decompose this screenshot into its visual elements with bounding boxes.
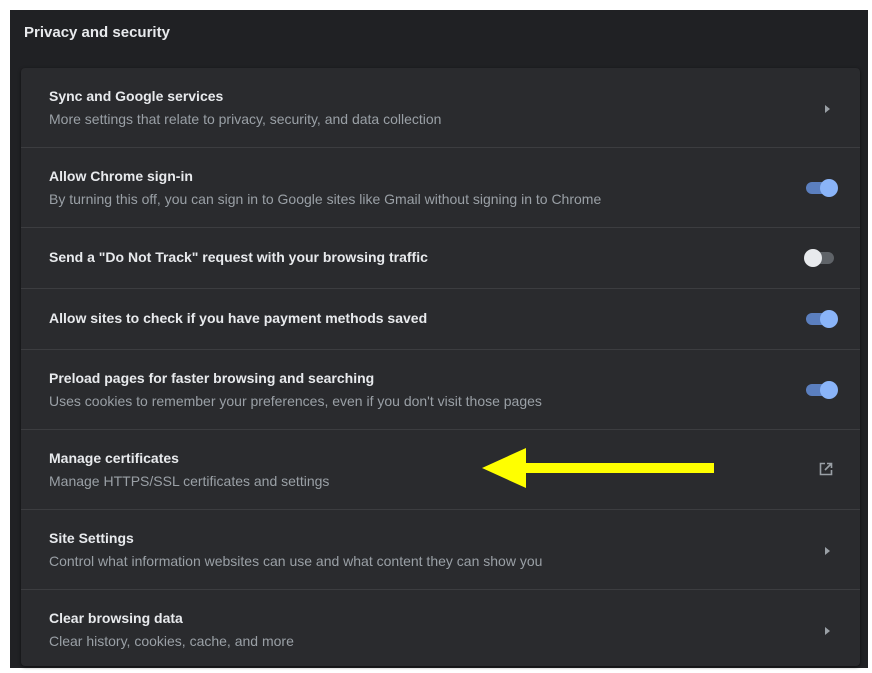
row-label: Clear browsing data [49,610,183,626]
row-description: By turning this off, you can sign in to … [49,191,602,207]
toggle-knob [804,249,822,267]
row-label: Sync and Google services [49,88,224,104]
row-label: Allow sites to check if you have payment… [49,310,428,326]
payment-methods-row[interactable]: Allow sites to check if you have payment… [21,288,860,349]
row-description: Control what information websites can us… [49,553,543,569]
allow-chrome-signin-row[interactable]: Allow Chrome sign-in By turning this off… [21,147,860,227]
row-label: Manage certificates [49,450,179,466]
payment-methods-toggle[interactable] [804,310,838,328]
row-description: Manage HTTPS/SSL certificates and settin… [49,473,330,489]
row-description: Uses cookies to remember your preference… [49,393,542,409]
row-label: Site Settings [49,530,134,546]
sync-google-services-row[interactable]: Sync and Google services More settings t… [21,68,860,147]
preload-pages-toggle[interactable] [804,381,838,399]
privacy-security-card: Sync and Google services More settings t… [21,68,860,666]
chevron-right-icon[interactable] [825,105,830,113]
do-not-track-toggle[interactable] [804,249,838,267]
row-label: Send a "Do Not Track" request with your … [49,249,428,265]
open-in-new-icon[interactable] [818,461,834,477]
yellow-arrow-left-icon [482,448,714,488]
clear-browsing-data-row[interactable]: Clear browsing data Clear history, cooki… [21,589,860,666]
chevron-right-icon[interactable] [825,627,830,635]
do-not-track-row[interactable]: Send a "Do Not Track" request with your … [21,227,860,288]
section-title: Privacy and security [24,24,170,41]
manage-certificates-row[interactable]: Manage certificates Manage HTTPS/SSL cer… [21,429,860,509]
toggle-knob [820,179,838,197]
site-settings-row[interactable]: Site Settings Control what information w… [21,509,860,589]
row-description: More settings that relate to privacy, se… [49,111,442,127]
row-description: Clear history, cookies, cache, and more [49,633,294,649]
toggle-knob [820,381,838,399]
settings-page: Privacy and security Sync and Google ser… [10,10,868,668]
preload-pages-row[interactable]: Preload pages for faster browsing and se… [21,349,860,429]
chevron-right-icon[interactable] [825,547,830,555]
toggle-knob [820,310,838,328]
row-label: Preload pages for faster browsing and se… [49,370,375,386]
row-label: Allow Chrome sign-in [49,168,193,184]
allow-chrome-signin-toggle[interactable] [804,179,838,197]
